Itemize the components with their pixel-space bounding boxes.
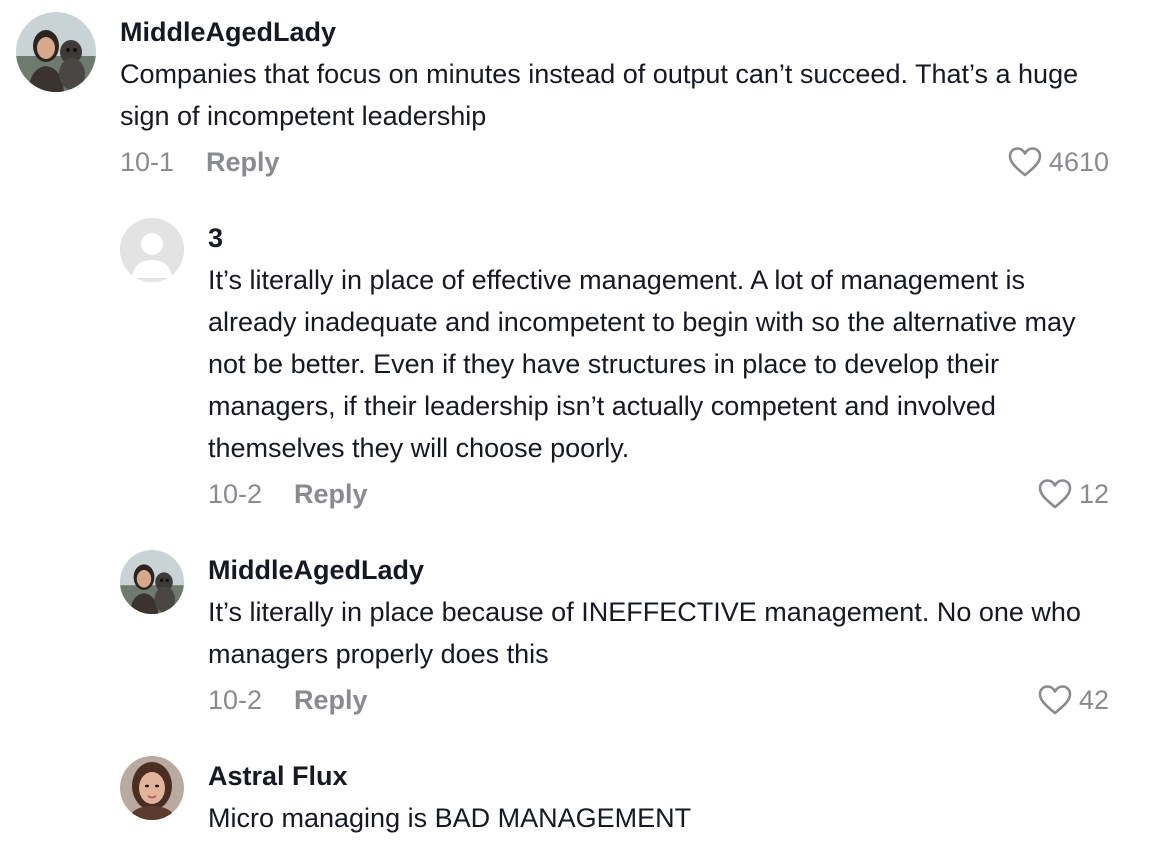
comment-text: It’s literally in place of effective man… [208, 265, 1076, 463]
comment-date: 10-2 [208, 479, 263, 509]
comment-username[interactable]: 3 [208, 222, 223, 254]
comment-text: Companies that focus on minutes instead … [120, 59, 1079, 131]
like-count: 4610 [1048, 147, 1109, 177]
heart-outline-icon [1038, 685, 1072, 715]
comment-username[interactable]: MiddleAgedLady [120, 16, 336, 48]
comment-date: 10-2 [208, 685, 263, 715]
reply-button[interactable]: Reply [206, 142, 280, 182]
comment-username[interactable]: Astral Flux [208, 760, 348, 792]
comment-meta: 10-1 Reply [120, 142, 280, 182]
avatar-photo-icon [16, 12, 96, 92]
comment-meta: 10-2 Reply [208, 680, 368, 720]
like-button[interactable]: 12 [1037, 474, 1109, 514]
comment-date: 10-1 [120, 147, 175, 177]
avatar-photo-icon [120, 550, 184, 614]
comment-username[interactable]: MiddleAgedLady [208, 554, 424, 586]
comment-meta: 10-2 Reply [208, 474, 368, 514]
avatar-photo-icon [120, 756, 184, 820]
avatar[interactable] [120, 218, 184, 282]
avatar[interactable] [16, 12, 96, 92]
default-user-icon [120, 218, 184, 282]
reply-button[interactable]: Reply [294, 474, 368, 514]
avatar[interactable] [120, 550, 184, 614]
like-count: 42 [1078, 685, 1109, 715]
comment-text: It’s literally in place because of INEFF… [208, 597, 1081, 669]
heart-outline-icon [1038, 479, 1072, 509]
like-count: 12 [1078, 479, 1109, 509]
comment-text: Micro managing is BAD MANAGEMENT [208, 803, 692, 833]
reply-button[interactable]: Reply [294, 680, 368, 720]
like-button[interactable]: 42 [1037, 680, 1109, 720]
avatar[interactable] [120, 756, 184, 820]
like-button[interactable]: 4610 [1007, 142, 1109, 182]
heart-outline-icon [1008, 147, 1042, 177]
